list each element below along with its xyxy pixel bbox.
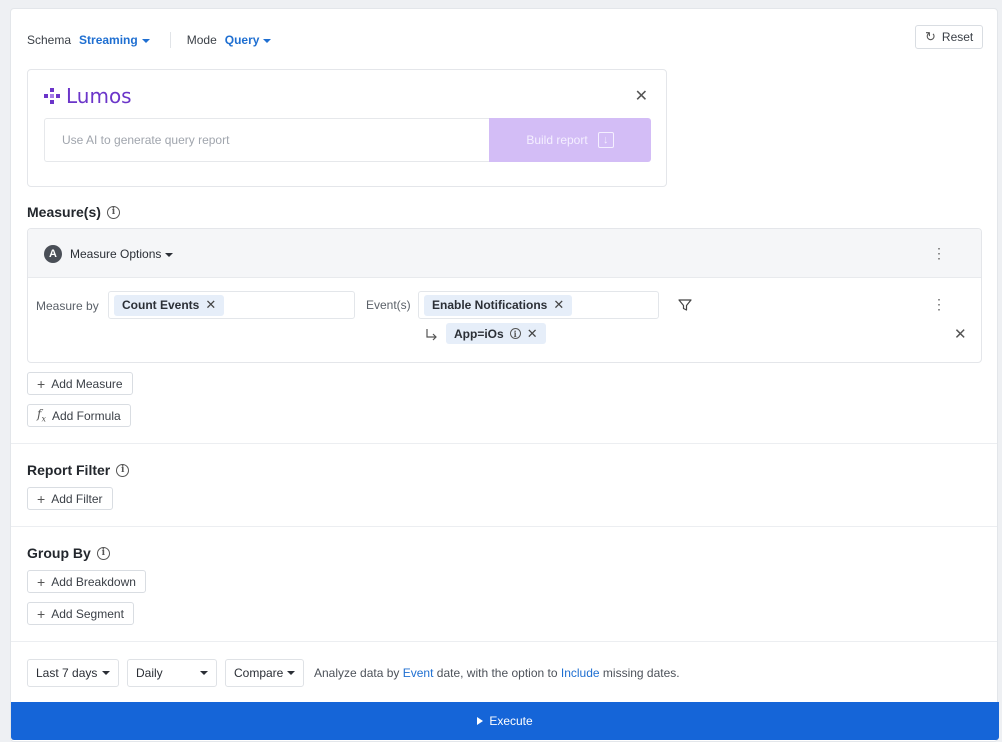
chevron-down-icon [141, 38, 150, 43]
plus-icon: + [37, 605, 46, 622]
add-filter-label: Add Filter [51, 491, 103, 506]
lumos-ai-card: Lumos ✕ Use AI to generate query report … [27, 69, 667, 187]
subdirectory-arrow-icon [426, 329, 437, 341]
chevron-down-icon [102, 671, 110, 675]
granularity-select[interactable]: Daily [127, 659, 217, 687]
add-formula-button[interactable]: fx Add Formula [27, 404, 131, 427]
add-filter-button[interactable]: + Add Filter [27, 487, 113, 510]
date-range-value: Last 7 days [36, 666, 98, 680]
add-breakdown-button[interactable]: + Add Breakdown [27, 570, 146, 593]
function-icon: fx [37, 407, 46, 424]
measures-heading: Measure(s) i [27, 204, 120, 220]
event-filter-chip-label: App=iOs [454, 326, 504, 341]
date-range-select[interactable]: Last 7 days [27, 659, 119, 687]
lumos-name: Lumos [66, 84, 132, 108]
build-report-button[interactable]: Build report ↓ [489, 118, 651, 162]
measure-by-label: Measure by [36, 299, 99, 313]
mode-value: Query [224, 33, 260, 47]
schema-label: Schema [27, 33, 72, 47]
build-report-label: Build report [526, 133, 588, 147]
query-topbar: Schema Streaming Mode Query [27, 32, 272, 48]
close-icon[interactable]: ✕ [527, 326, 538, 342]
schema-dropdown[interactable]: Streaming [79, 33, 150, 47]
events-label: Event(s) [366, 298, 411, 312]
section-divider [11, 641, 997, 642]
reset-icon: ↻ [925, 29, 936, 44]
event-chip: Enable Notifications ✕ [424, 294, 573, 316]
execute-label: Execute [489, 714, 533, 728]
close-icon[interactable]: ✕ [635, 86, 648, 106]
mode-dropdown[interactable]: Query [225, 33, 272, 47]
chevron-down-icon [165, 252, 174, 257]
compare-value: Compare [234, 666, 284, 680]
download-icon: ↓ [597, 132, 614, 148]
report-filter-heading: Report Filter i [27, 462, 130, 478]
lumos-header: Lumos [44, 84, 132, 108]
hint-middle: date, with the option to [436, 666, 558, 680]
divider [169, 32, 171, 48]
compare-select[interactable]: Compare [225, 659, 304, 687]
mode-label: Mode [186, 33, 217, 47]
chevron-down-icon [287, 671, 296, 675]
date-hint: Analyze data by Event date, with the opt… [314, 666, 680, 680]
execute-button[interactable]: Execute [11, 702, 999, 740]
add-measure-label: Add Measure [51, 376, 123, 391]
group-by-heading: Group By i [27, 545, 110, 561]
info-icon[interactable]: i [96, 546, 110, 560]
section-divider [11, 443, 997, 444]
close-icon[interactable]: ✕ [553, 297, 564, 313]
measure-chip-label: Count Events [122, 298, 200, 312]
chevron-down-icon [263, 38, 272, 43]
measure-card: A Measure Options ⋮ Measure by Count Eve… [27, 228, 982, 363]
measures-title: Measure(s) [27, 204, 101, 220]
filter-icon[interactable] [678, 298, 692, 312]
query-builder-panel: Schema Streaming Mode Query ↻ Reset Lumo… [10, 8, 999, 742]
info-icon[interactable]: i [509, 328, 521, 339]
measure-options-dropdown[interactable]: Measure Options [70, 247, 174, 261]
report-filter-title: Report Filter [27, 462, 111, 478]
add-segment-button[interactable]: + Add Segment [27, 602, 134, 625]
measure-chip: Count Events ✕ [114, 294, 225, 316]
lumos-logo-icon [44, 88, 60, 104]
measure-letter-badge: A [44, 245, 62, 263]
ai-query-input[interactable]: Use AI to generate query report [44, 118, 489, 162]
hint-prefix: Analyze data by [314, 666, 400, 680]
ai-query-placeholder: Use AI to generate query report [62, 133, 230, 147]
info-icon[interactable]: i [106, 205, 120, 219]
reset-label: Reset [941, 30, 974, 44]
measure-options-label: Measure Options [70, 247, 162, 261]
group-by-title: Group By [27, 545, 91, 561]
event-date-link[interactable]: Event [403, 666, 434, 680]
add-measure-button[interactable]: + Add Measure [27, 372, 133, 395]
schema-value: Streaming [79, 33, 138, 47]
chevron-down-icon [200, 671, 208, 675]
plus-icon: + [37, 490, 46, 507]
events-field[interactable]: Enable Notifications ✕ [418, 291, 659, 319]
add-segment-label: Add Segment [51, 606, 124, 621]
add-formula-label: Add Formula [51, 408, 121, 423]
add-breakdown-label: Add Breakdown [51, 574, 136, 589]
include-missing-link[interactable]: Include [561, 666, 600, 680]
section-divider [11, 526, 997, 527]
hint-suffix: missing dates. [602, 666, 680, 680]
measure-by-field[interactable]: Count Events ✕ [108, 291, 355, 319]
granularity-value: Daily [136, 666, 163, 680]
event-filter-chip: App=iOs i ✕ [446, 323, 546, 344]
measure-card-header: A Measure Options ⋮ [28, 229, 981, 278]
reset-button[interactable]: ↻ Reset [915, 25, 984, 49]
close-icon[interactable]: ✕ [205, 297, 216, 313]
close-icon[interactable]: ✕ [954, 325, 967, 343]
info-icon[interactable]: i [116, 463, 130, 477]
more-options-icon[interactable]: ⋮ [932, 297, 946, 311]
date-controls: Last 7 days Daily Compare Analyze data b… [27, 659, 680, 687]
plus-icon: + [37, 573, 46, 590]
plus-icon: + [37, 375, 46, 392]
play-icon [477, 717, 484, 725]
more-options-icon[interactable]: ⋮ [932, 246, 946, 260]
event-chip-label: Enable Notifications [432, 298, 548, 312]
